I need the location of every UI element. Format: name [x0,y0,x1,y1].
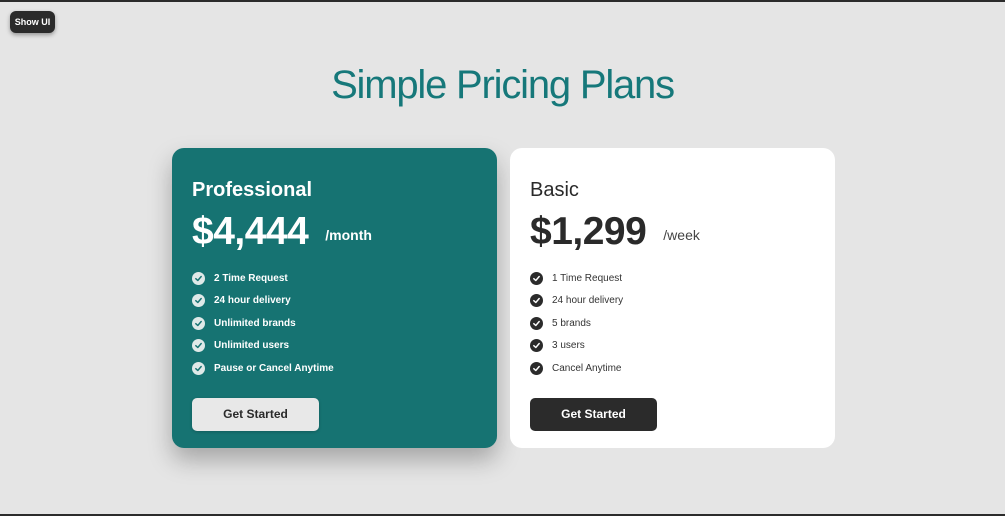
feature-item: 3 users [530,335,815,358]
check-circle-icon [530,271,543,285]
price-row: $4,444 /month [192,207,477,257]
check-circle-icon [192,294,205,308]
check-circle-icon [530,361,543,375]
feature-label: 5 brands [552,317,591,329]
feature-label: 24 hour delivery [552,295,624,307]
feature-item: 24 hour delivery [530,290,815,313]
feature-list: 1 Time Request 24 hour delivery 5 brands… [530,267,815,380]
check-circle-icon [192,271,205,285]
check-circle-icon [192,361,205,375]
page-title: Simple Pricing Plans [331,63,675,107]
feature-item: Unlimited users [192,335,477,358]
plan-period: /week [663,227,700,243]
feature-item: 1 Time Request [530,267,815,290]
feature-label: Unlimited brands [214,317,296,329]
get-started-button[interactable]: Get Started [192,397,319,431]
check-circle-icon [530,316,543,330]
feature-item: Cancel Anytime [530,357,815,380]
price-row: $1,299 /week [530,207,815,257]
feature-item: 2 Time Request [192,267,477,290]
feature-item: 5 brands [530,312,815,335]
feature-item: Unlimited brands [192,312,477,335]
feature-label: 1 Time Request [552,272,623,284]
check-circle-icon [530,294,543,308]
check-circle-icon [192,316,205,330]
feature-list: 2 Time Request 24 hour delivery Unlimite… [192,267,477,380]
get-started-button[interactable]: Get Started [530,397,657,431]
plan-price: $1,299 [530,210,647,253]
check-circle-icon [530,339,543,353]
feature-item: Pause or Cancel Anytime [192,357,477,380]
feature-label: Pause or Cancel Anytime [214,362,334,374]
feature-label: Unlimited users [214,340,290,352]
feature-label: 2 Time Request [214,272,288,284]
plan-price: $4,444 [192,210,309,253]
feature-label: 3 users [552,340,585,352]
plan-card-basic: Basic $1,299 /week 1 Time Request 24 hou… [510,148,835,448]
check-circle-icon [192,339,205,353]
feature-item: 24 hour delivery [192,290,477,313]
plan-card-professional: Professional $4,444 /month 2 Time Reques… [172,148,497,448]
feature-label: Cancel Anytime [552,362,622,374]
feature-label: 24 hour delivery [214,295,291,307]
plan-name: Professional [192,179,313,201]
show-ui-button[interactable]: Show UI [10,11,55,33]
plan-period: /month [325,227,372,243]
plan-name: Basic [530,179,579,201]
